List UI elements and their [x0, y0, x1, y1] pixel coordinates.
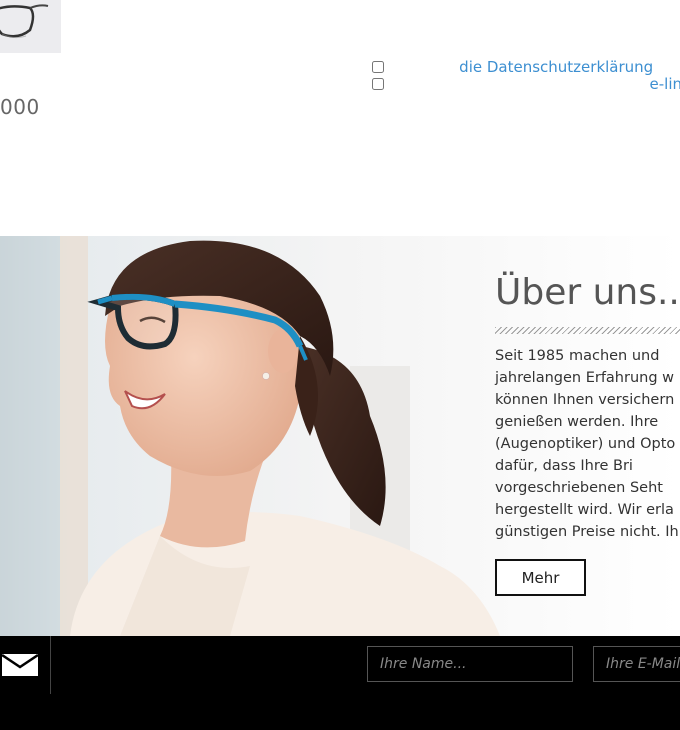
email-consent-prefix: Ich bin damit einverstanden, dass — [390, 75, 650, 93]
privacy-consent-suffix: gel — [653, 58, 680, 76]
privacy-consent-prefix: Ich habe — [390, 58, 460, 76]
about-title: Über uns... — [495, 272, 680, 313]
email-input[interactable] — [593, 646, 680, 682]
title-divider — [495, 327, 680, 334]
email-consent-checkbox[interactable] — [372, 78, 384, 90]
about-text-line: können Ihnen versichern — [495, 392, 675, 408]
about-text-line: (Augenoptiker) und Opto — [495, 436, 676, 452]
about-text-line: dafür, dass Ihre Bri — [495, 458, 633, 474]
envelope-icon — [2, 654, 38, 676]
email-consent: Ich bin damit einverstanden, dass e-lin — [372, 75, 680, 93]
about-text-line: vorgeschriebenen Seht — [495, 480, 663, 496]
product-number: 000 — [0, 95, 40, 119]
newsletter-footer — [0, 636, 680, 730]
about-text-line: Seit 1985 machen und — [495, 348, 660, 364]
privacy-consent-checkbox[interactable] — [372, 61, 384, 73]
about-text-line: genießen werden. Ihre — [495, 414, 659, 430]
privacy-policy-link[interactable]: die Datenschutzerklärung — [459, 58, 653, 76]
glasses-thumbnail-image — [0, 0, 61, 53]
about-text-line: hergestellt wird. Wir erla — [495, 502, 674, 518]
about-text-line: jahrelangen Erfahrung w — [495, 370, 675, 386]
about-text: Seit 1985 machen und jahrelangen Erfahru… — [495, 345, 680, 543]
about-text-line: günstigen Preise nicht. Ih — [495, 524, 679, 540]
privacy-consent: Ich habe die Datenschutzerklärung gel — [372, 58, 680, 76]
product-thumbnail[interactable] — [0, 0, 61, 53]
newsletter-icon-box — [0, 636, 51, 694]
company-link[interactable]: e-lin — [650, 75, 680, 93]
name-input[interactable] — [367, 646, 573, 682]
more-button[interactable]: Mehr — [495, 559, 586, 596]
